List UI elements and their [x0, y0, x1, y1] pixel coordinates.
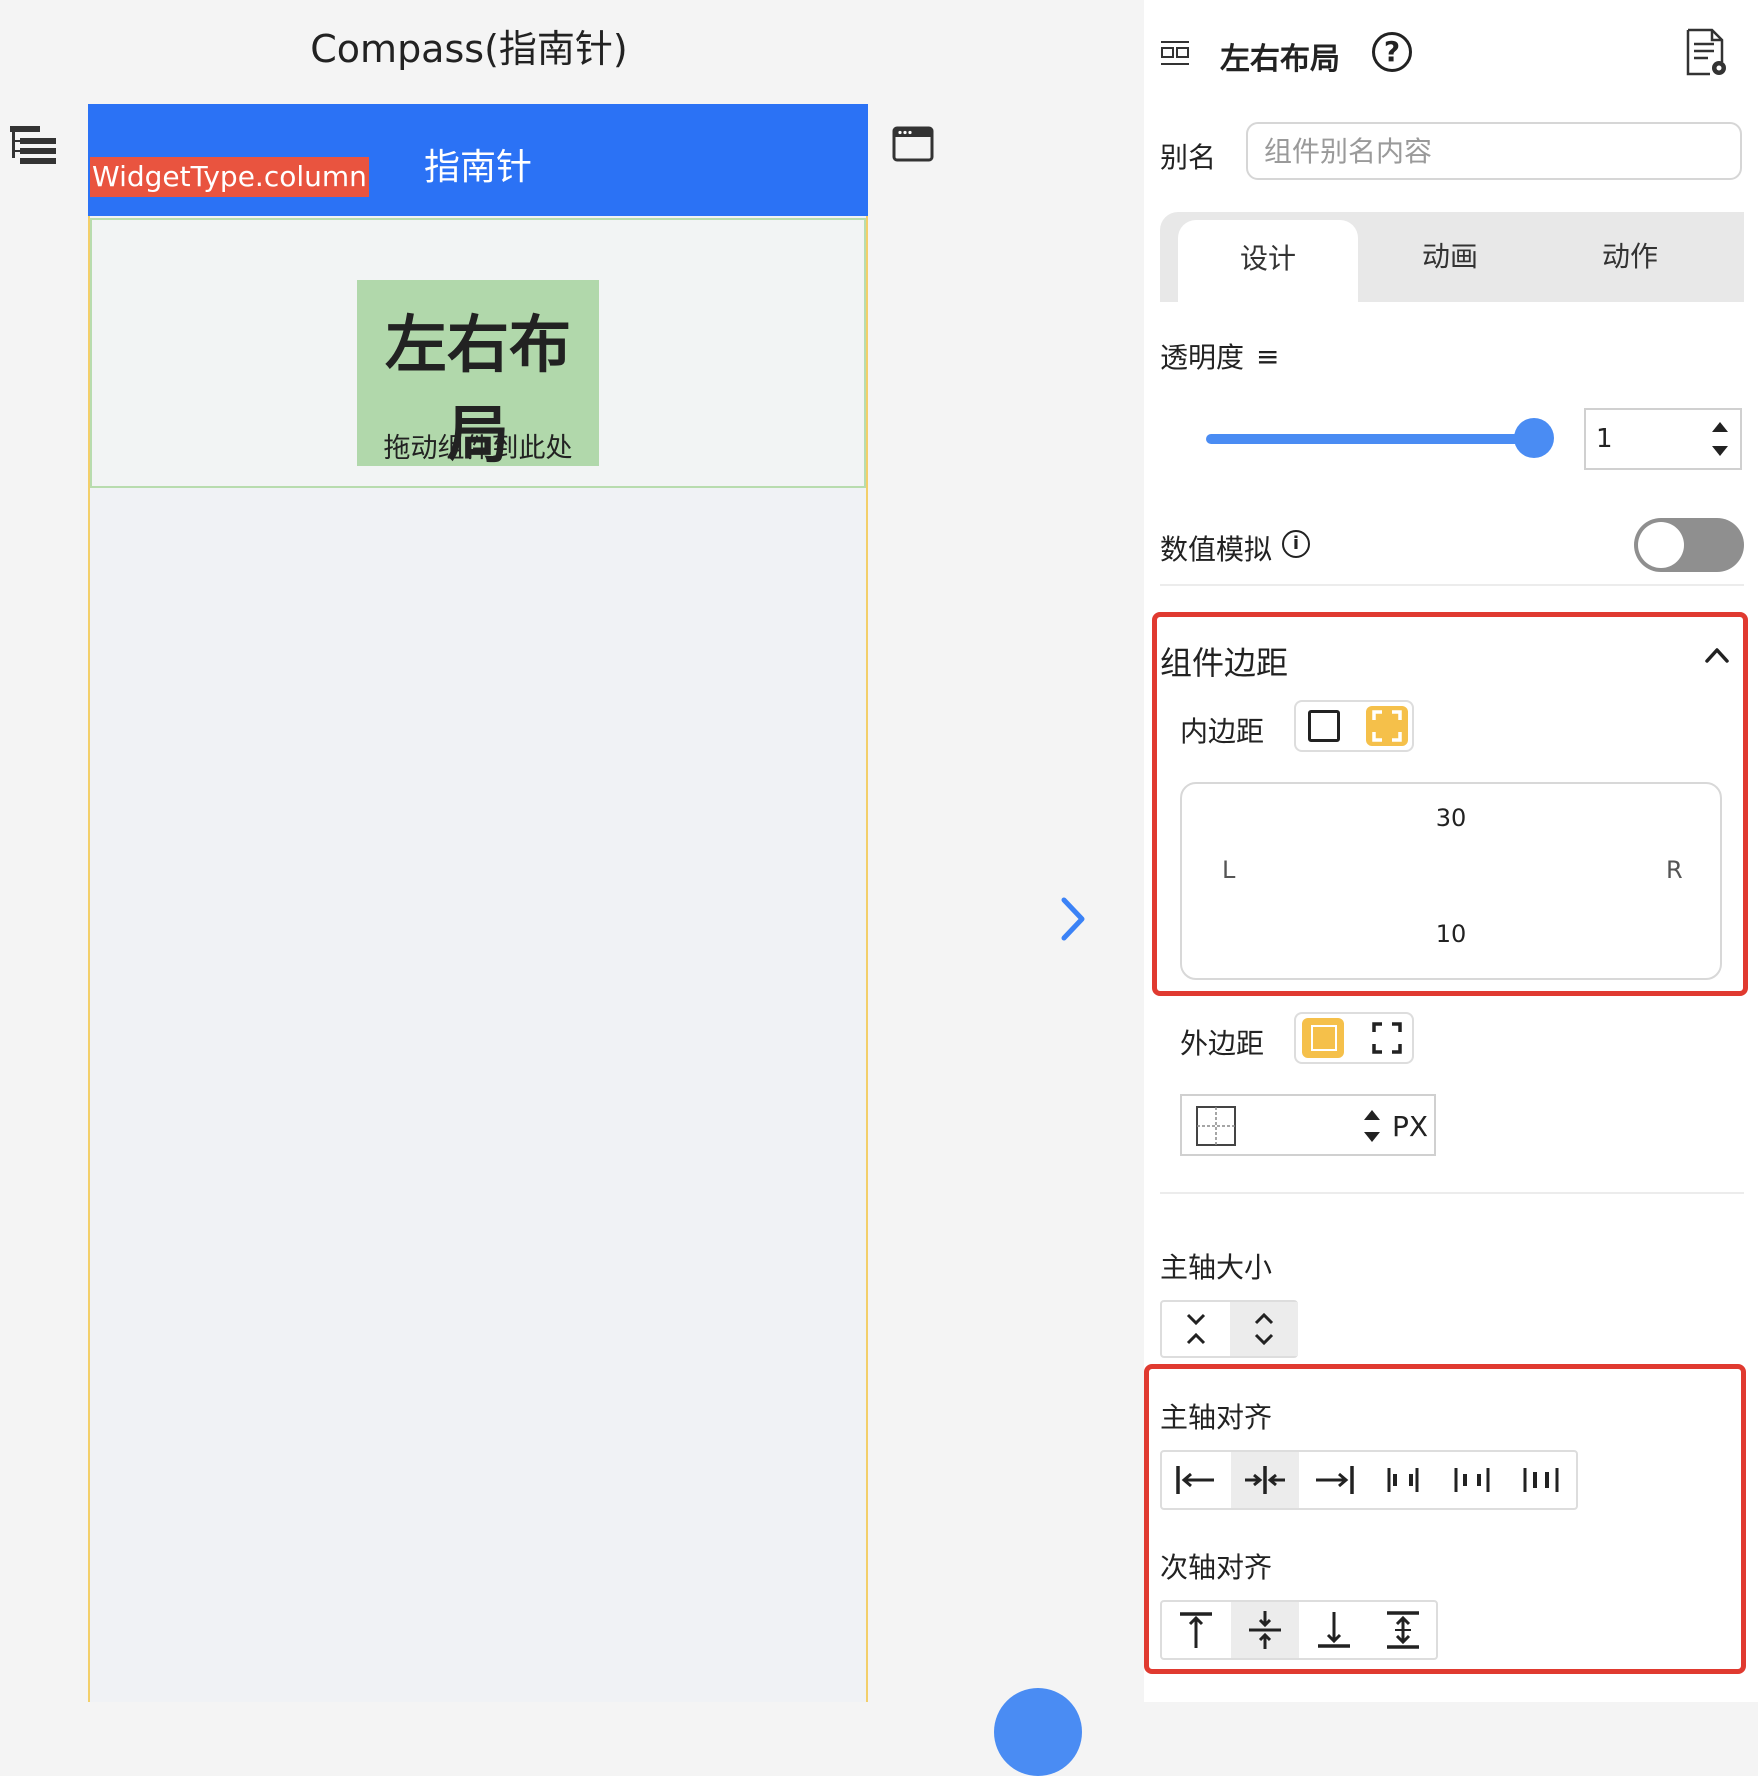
- widget-type-tag: WidgetType.column: [90, 157, 369, 197]
- padding-bottom-value[interactable]: 10: [1180, 920, 1722, 948]
- unit-label[interactable]: PX: [1392, 1110, 1428, 1143]
- align-top-icon: [1180, 1612, 1212, 1648]
- padding-left-value[interactable]: L: [1222, 856, 1235, 884]
- tab-action[interactable]: 动作: [1540, 212, 1720, 302]
- layout-icon: [1161, 41, 1189, 65]
- space-evenly-icon: [1523, 1468, 1559, 1492]
- main-axis-size-switch: [1160, 1300, 1298, 1358]
- stretch-icon: [1387, 1611, 1419, 1649]
- main-align-space-evenly-button[interactable]: [1507, 1452, 1575, 1508]
- padding-mode-switch: [1294, 700, 1414, 752]
- chevron-up-icon[interactable]: [1704, 646, 1730, 664]
- main-axis-max-button[interactable]: [1230, 1302, 1298, 1356]
- main-align-space-around-button[interactable]: [1438, 1452, 1506, 1508]
- tab-animation[interactable]: 动画: [1360, 212, 1540, 302]
- space-around-icon: [1454, 1468, 1490, 1492]
- drop-target-hint: 拖动组件到此处: [383, 433, 573, 464]
- panel-title: 左右布局: [1220, 42, 1340, 77]
- floating-action-button[interactable]: [994, 1688, 1082, 1776]
- cross-align-bottom-button[interactable]: [1300, 1602, 1368, 1658]
- margin-label: 外边距: [1180, 1027, 1265, 1060]
- opacity-value: 1: [1596, 424, 1613, 454]
- cross-align-center-button[interactable]: [1231, 1602, 1299, 1658]
- increment-icon[interactable]: [1712, 422, 1728, 432]
- align-bottom-icon: [1318, 1612, 1350, 1648]
- max-icon: [1254, 1312, 1274, 1346]
- main-align-start-button[interactable]: [1162, 1452, 1230, 1508]
- margin-mode-switch: [1294, 1012, 1414, 1064]
- main-axis-size-label: 主轴大小: [1160, 1251, 1273, 1284]
- space-between-icon: [1387, 1468, 1419, 1492]
- menu-icon[interactable]: ≡: [1256, 340, 1279, 373]
- square-outline-icon: [1308, 710, 1340, 742]
- alias-label: 别名: [1160, 141, 1217, 174]
- align-start-icon: [1176, 1466, 1214, 1494]
- divider: [1160, 584, 1744, 586]
- margin-section-title[interactable]: 组件边距: [1160, 638, 1288, 684]
- padding-separate-button[interactable]: [1366, 706, 1408, 746]
- opacity-slider-handle[interactable]: [1514, 418, 1554, 458]
- panel-tabs: 设计 动画 动作: [1160, 212, 1744, 302]
- align-middle-icon: [1249, 1611, 1281, 1649]
- help-icon[interactable]: ?: [1372, 32, 1412, 72]
- cross-align-stretch-button[interactable]: [1369, 1602, 1437, 1658]
- page-title: Compass(指南针): [310, 27, 628, 71]
- tab-design[interactable]: 设计: [1178, 220, 1358, 302]
- grid-cross-icon: [1196, 1106, 1236, 1146]
- square-filled-icon: [1308, 1022, 1340, 1054]
- divider: [1160, 1192, 1744, 1194]
- cross-align-top-button[interactable]: [1162, 1602, 1230, 1658]
- main-align-center-button[interactable]: [1231, 1452, 1299, 1508]
- padding-right-value[interactable]: R: [1666, 856, 1683, 884]
- min-icon: [1186, 1313, 1206, 1345]
- padding-all-button[interactable]: [1302, 706, 1344, 746]
- align-end-icon: [1316, 1466, 1354, 1494]
- opacity-slider-track[interactable]: [1206, 434, 1550, 444]
- chevron-right-icon[interactable]: [1058, 896, 1088, 942]
- info-icon[interactable]: i: [1282, 530, 1310, 558]
- margin-all-button[interactable]: [1302, 1018, 1344, 1058]
- main-align-end-button[interactable]: [1300, 1452, 1368, 1508]
- main-axis-min-button[interactable]: [1162, 1302, 1230, 1356]
- padding-label: 内边距: [1180, 715, 1265, 748]
- increment-icon[interactable]: [1364, 1110, 1380, 1120]
- cross-axis-align-switch: [1160, 1600, 1438, 1660]
- align-center-icon: [1245, 1466, 1285, 1494]
- toggle-knob: [1638, 522, 1684, 568]
- simulation-label: 数值模拟: [1160, 533, 1273, 566]
- corners-icon: [1372, 710, 1402, 742]
- main-axis-align-label: 主轴对齐: [1160, 1401, 1273, 1434]
- document-settings-icon[interactable]: [1684, 28, 1728, 78]
- cross-axis-align-label: 次轴对齐: [1160, 1551, 1273, 1584]
- main-axis-align-switch: [1160, 1450, 1578, 1510]
- tree-list-icon[interactable]: [10, 124, 56, 164]
- decrement-icon[interactable]: [1712, 446, 1728, 456]
- browser-window-icon[interactable]: [892, 126, 934, 162]
- main-align-space-between-button[interactable]: [1369, 1452, 1437, 1508]
- opacity-label: 透明度: [1160, 341, 1245, 374]
- margin-separate-button[interactable]: [1366, 1018, 1408, 1058]
- padding-top-value[interactable]: 30: [1180, 804, 1722, 832]
- alias-input[interactable]: [1246, 122, 1742, 180]
- decrement-icon[interactable]: [1364, 1132, 1380, 1142]
- corners-icon: [1372, 1022, 1402, 1054]
